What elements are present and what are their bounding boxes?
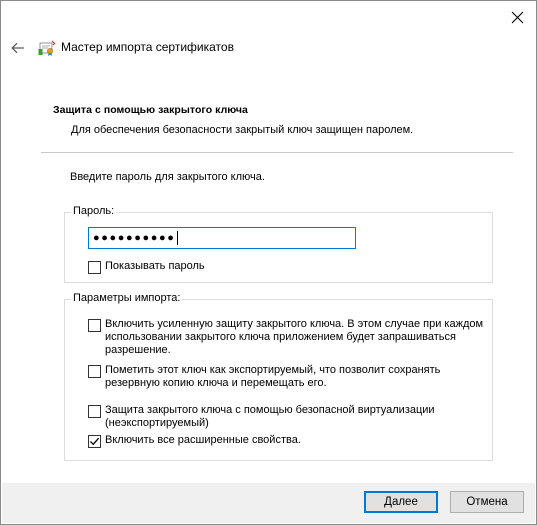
strong-protection-label: Включить усиленную защиту закрытого ключ…	[105, 318, 484, 356]
strong-protection-checkbox[interactable]	[88, 319, 101, 332]
close-icon	[511, 11, 523, 23]
wizard-title: Мастер импорта сертификатов	[61, 40, 234, 54]
exportable-option[interactable]: Пометить этот ключ как экспортируемый, ч…	[88, 364, 440, 390]
back-arrow-icon	[11, 42, 24, 54]
page-heading: Защита с помощью закрытого ключа	[53, 104, 248, 116]
button-bar: Далее Отмена	[2, 483, 535, 523]
wizard-titlebar: Мастер импорта сертификатов	[1, 35, 536, 61]
certificate-wizard-icon	[38, 40, 56, 56]
import-options-groupbox: Параметры импорта: Включить усиленную за…	[64, 292, 493, 461]
text-caret	[177, 231, 179, 245]
virtualization-label: Защита закрытого ключа с помощью безопас…	[105, 404, 435, 429]
extended-properties-label: Включить все расширенные свойства.	[105, 434, 301, 446]
password-group-label: Пароль:	[71, 205, 117, 217]
page-subtitle: Для обеспечения безопасности закрытый кл…	[71, 124, 414, 136]
back-button[interactable]	[9, 39, 27, 57]
exportable-checkbox[interactable]	[88, 365, 101, 378]
extended-properties-checkbox[interactable]	[88, 435, 101, 448]
cancel-button[interactable]: Отмена	[450, 491, 524, 513]
password-value: ●●●●●●●●●●	[93, 231, 176, 244]
next-button[interactable]: Далее	[364, 491, 438, 513]
header-divider	[41, 152, 513, 153]
close-button[interactable]	[504, 5, 530, 29]
wizard-window: Мастер импорта сертификатов Защита с пом…	[0, 0, 537, 525]
password-prompt: Введите пароль для закрытого ключа.	[70, 171, 265, 183]
virtualization-option[interactable]: Защита закрытого ключа с помощью безопас…	[88, 404, 435, 430]
show-password-label: Показывать пароль	[105, 260, 205, 272]
password-groupbox: Пароль: ●●●●●●●●●● Показывать пароль	[64, 205, 493, 283]
show-password-checkbox[interactable]	[88, 261, 101, 274]
extended-properties-option[interactable]: Включить все расширенные свойства.	[88, 434, 301, 448]
exportable-label: Пометить этот ключ как экспортируемый, ч…	[105, 364, 441, 389]
virtualization-checkbox[interactable]	[88, 405, 101, 418]
import-group-label: Параметры импорта:	[71, 292, 183, 304]
strong-protection-option[interactable]: Включить усиленную защиту закрытого ключ…	[88, 318, 483, 357]
password-input[interactable]: ●●●●●●●●●●	[88, 227, 356, 249]
show-password-option[interactable]: Показывать пароль	[88, 260, 205, 274]
checkmark-icon	[90, 437, 100, 446]
